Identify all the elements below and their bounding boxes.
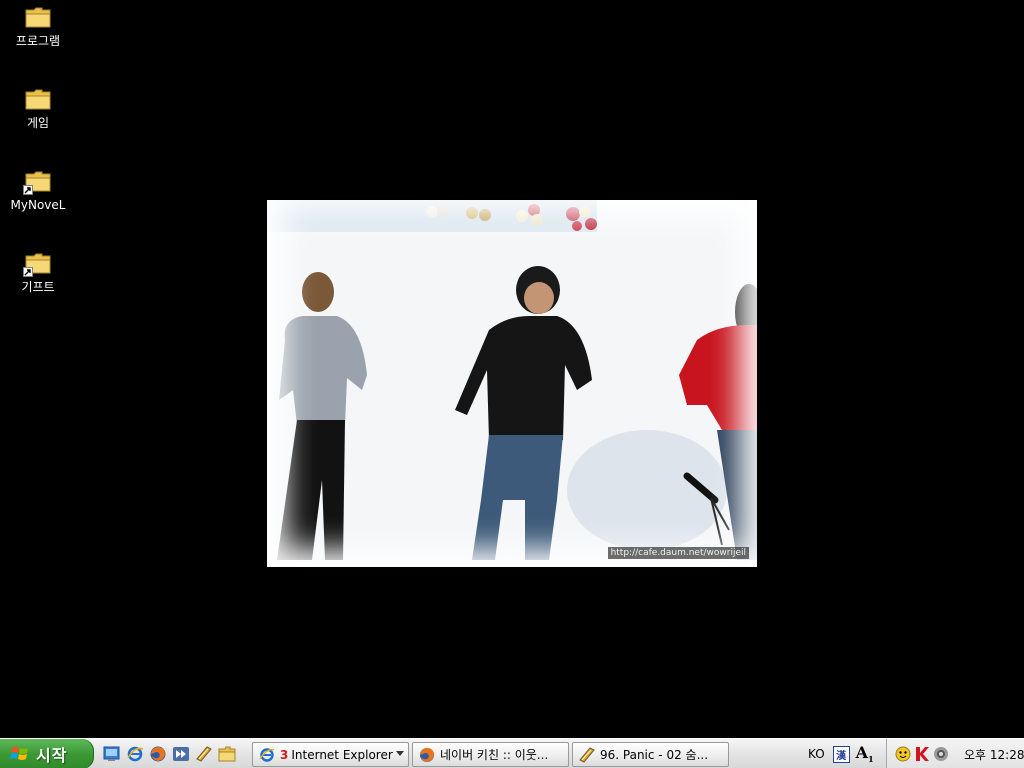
winamp-icon	[579, 746, 595, 763]
font-size-label: A	[855, 743, 869, 763]
clock[interactable]: 오후 12:28	[964, 746, 1024, 763]
winamp-icon[interactable]	[194, 744, 213, 763]
wallpaper-photo: http://cafe.daum.net/wowrijeil	[267, 200, 757, 567]
start-button[interactable]: 시작	[0, 739, 94, 768]
shortcut-arrow-icon	[23, 185, 33, 195]
taskbar: 시작 3 Internet Explorer 네이버 키친 :: 이웃... 9…	[0, 738, 1024, 768]
start-label: 시작	[36, 746, 68, 765]
language-code[interactable]: KO	[806, 747, 827, 761]
desktop-icon-label: MyNoveL	[10, 198, 66, 212]
task-group-count: 3	[280, 747, 289, 762]
volume-icon[interactable]	[933, 746, 949, 762]
folder-icon	[23, 170, 51, 195]
windows-logo-icon	[10, 747, 28, 760]
show-desktop-icon[interactable]	[102, 744, 121, 763]
task-label: 96. Panic - 02 숨...	[600, 748, 709, 762]
language-bar[interactable]: KO 漢 A1	[806, 743, 874, 764]
media-player-icon[interactable]	[171, 744, 190, 763]
chevron-down-icon	[396, 751, 404, 756]
font-size-sub: 1	[868, 754, 874, 765]
photo-scene	[277, 204, 757, 560]
photo-watermark: http://cafe.daum.net/wowrijeil	[607, 547, 749, 559]
desktop-icon-label: 게임	[26, 116, 50, 130]
messenger-icon[interactable]	[895, 746, 911, 762]
quick-launch-bar	[102, 744, 236, 764]
desktop-icon-label: 프로그램	[15, 34, 61, 48]
task-button-winamp-track[interactable]: 96. Panic - 02 숨...	[572, 742, 729, 767]
antivirus-k-icon[interactable]	[914, 746, 930, 762]
internet-explorer-icon[interactable]	[125, 744, 144, 763]
firefox-icon	[420, 747, 434, 762]
folder-icon	[25, 6, 51, 28]
desktop-icon-programs[interactable]: 프로그램	[6, 6, 70, 48]
internet-explorer-icon	[259, 747, 275, 762]
desktop-icon-label: 기프트	[21, 280, 55, 294]
system-tray: 오후 12:28	[886, 739, 1024, 768]
desktop-icon-games[interactable]: 게임	[6, 88, 70, 130]
task-button-naver-kitchen[interactable]: 네이버 키친 :: 이웃...	[412, 742, 569, 767]
desktop-icon-gift[interactable]: 기프트	[6, 252, 70, 294]
folder-icon	[23, 252, 51, 277]
shortcut-arrow-icon	[23, 267, 33, 277]
firefox-icon[interactable]	[148, 744, 167, 763]
desktop-icon-mynovel[interactable]: MyNoveL	[6, 170, 70, 212]
ime-hanja-icon[interactable]: 漢	[832, 745, 850, 763]
font-size-icon[interactable]: A1	[856, 743, 874, 764]
folder-icon[interactable]	[217, 744, 236, 763]
task-label: 네이버 키친 :: 이웃...	[440, 748, 549, 762]
task-label: Internet Explorer	[291, 747, 393, 762]
folder-icon	[25, 88, 51, 110]
task-button-internet-explorer[interactable]: 3 Internet Explorer	[252, 742, 409, 767]
